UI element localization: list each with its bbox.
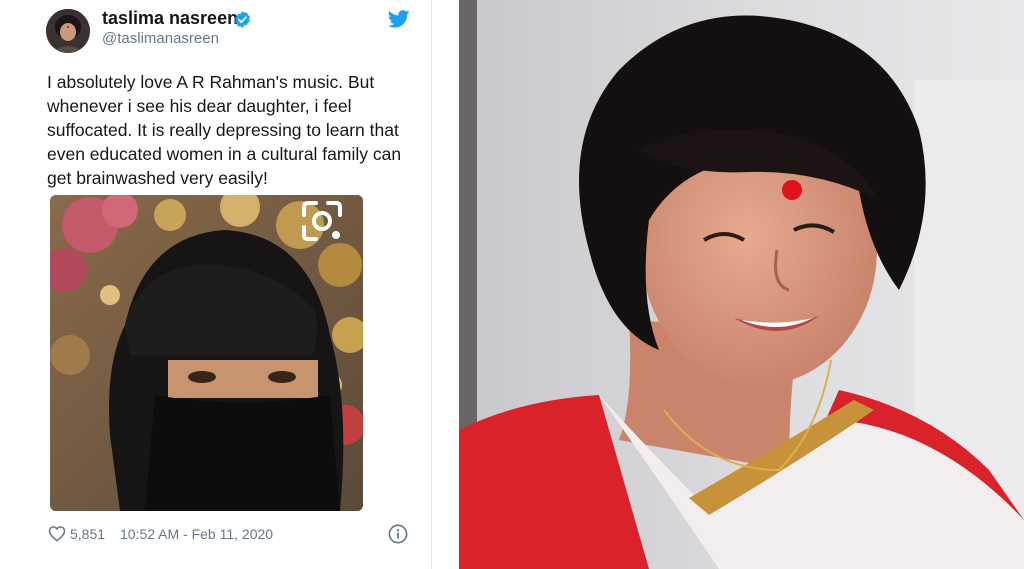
verified-badge-icon: [235, 11, 250, 28]
info-icon[interactable]: [388, 524, 408, 544]
tweet-timestamp[interactable]: 10:52 AM - Feb 11, 2020: [120, 526, 273, 542]
twitter-bird-icon[interactable]: [388, 10, 410, 28]
author-handle[interactable]: @taslimanasreen: [102, 30, 219, 47]
tweet-actions: 5,851 10:52 AM - Feb 11, 2020: [48, 524, 418, 544]
divider: [431, 0, 432, 569]
avatar-image: [46, 9, 90, 53]
like-count: 5,851: [70, 526, 106, 542]
author-name[interactable]: taslima nasreen: [102, 8, 238, 29]
portrait-image: [459, 0, 1024, 569]
google-lens-icon[interactable]: [298, 197, 346, 245]
tweet-card: taslima nasreen @taslimanasreen I absolu…: [0, 0, 432, 569]
tweet-text: I absolutely love A R Rahman's music. Bu…: [47, 72, 402, 188]
avatar[interactable]: [46, 9, 90, 53]
portrait-photo: [459, 0, 1024, 569]
heart-icon[interactable]: [48, 525, 66, 542]
